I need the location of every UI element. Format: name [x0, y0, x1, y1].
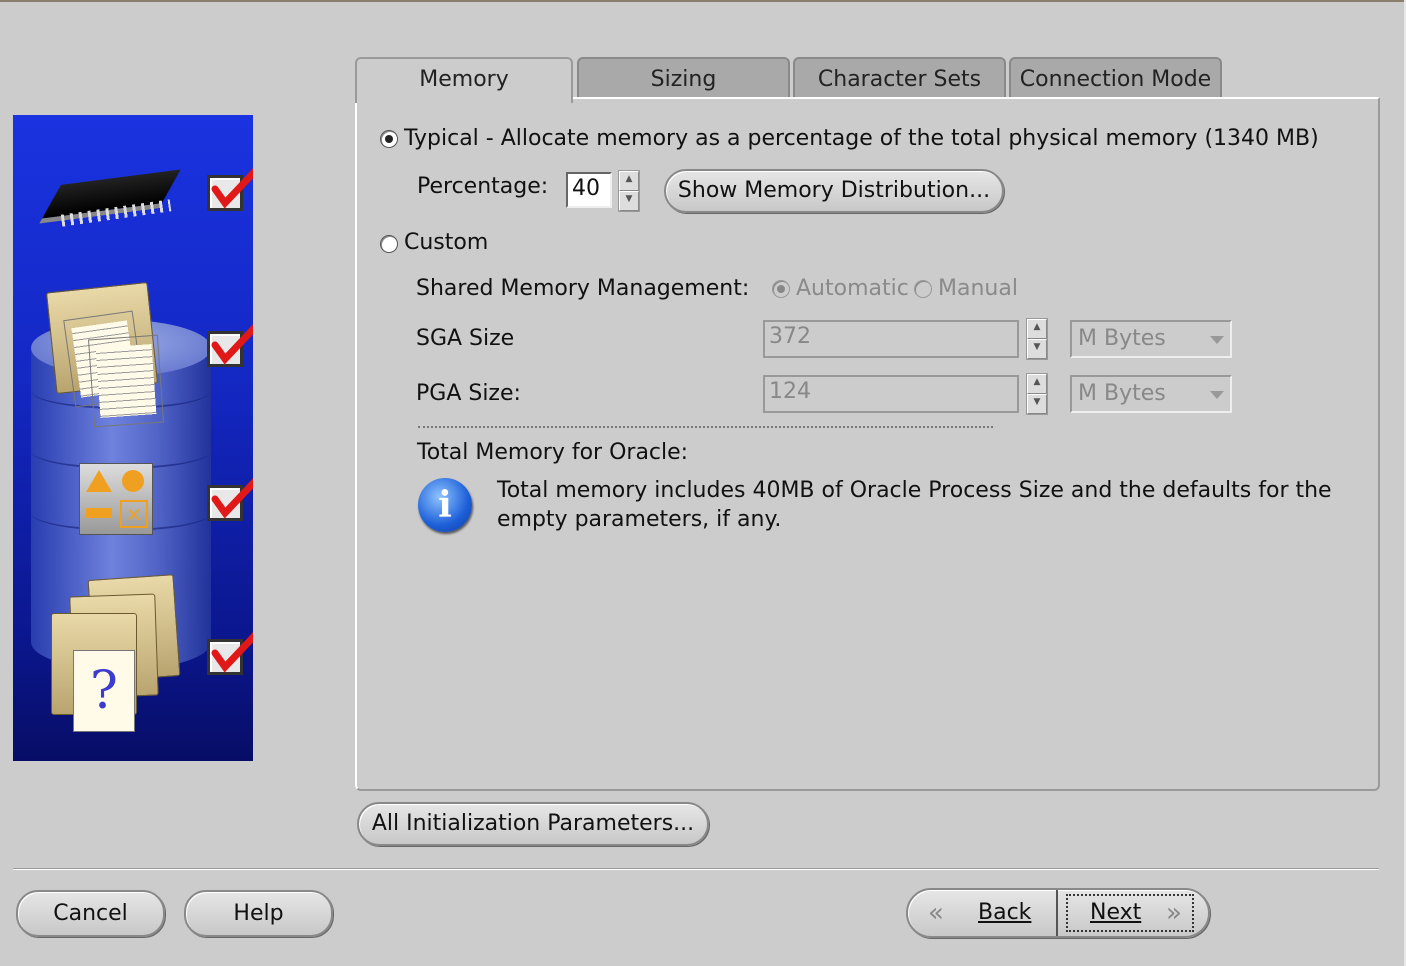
tab-sizing[interactable]: Sizing [577, 57, 790, 99]
sga-size-label: SGA Size [416, 326, 515, 351]
custom-label: Custom [404, 230, 489, 255]
spin-up-icon[interactable]: ▲ [619, 171, 639, 191]
help-button[interactable]: Help [184, 890, 333, 937]
spin-down-icon[interactable]: ▼ [1027, 339, 1047, 359]
percentage-stepper[interactable]: ▲ ▼ [618, 170, 640, 212]
sga-size-stepper[interactable]: ▲ ▼ [1026, 318, 1048, 360]
back-button[interactable]: Back [978, 900, 1031, 925]
chevron-right-icon: » [1166, 898, 1182, 928]
custom-radio[interactable] [380, 235, 398, 253]
pga-size-input[interactable]: 124 [763, 375, 1019, 413]
typical-radio[interactable] [380, 130, 398, 148]
separator [13, 868, 1379, 870]
sga-size-input[interactable]: 372 [763, 320, 1019, 358]
spin-down-icon[interactable]: ▼ [1027, 394, 1047, 414]
shared-memory-label: Shared Memory Management: [416, 276, 750, 301]
typical-label: Typical - Allocate memory as a percentag… [404, 126, 1319, 151]
next-button[interactable]: Next [1090, 900, 1141, 925]
automatic-label: Automatic [796, 276, 909, 301]
sga-unit-select[interactable]: M Bytes [1070, 320, 1232, 358]
step-check-icon [207, 473, 253, 523]
top-border [0, 0, 1406, 2]
all-initialization-parameters-button[interactable]: All Initialization Parameters... [357, 802, 709, 846]
spin-down-icon[interactable]: ▼ [619, 191, 639, 211]
total-memory-label: Total Memory for Oracle: [417, 440, 689, 465]
wizard-side-panel: × ? [13, 115, 253, 761]
percentage-input[interactable]: 40 [566, 172, 612, 208]
automatic-radio[interactable] [772, 280, 790, 298]
manual-label: Manual [938, 276, 1018, 301]
step-check-icon [207, 319, 253, 369]
pga-size-label: PGA Size: [416, 381, 521, 406]
pga-unit-select[interactable]: M Bytes [1070, 375, 1232, 413]
info-text-line2: empty parameters, if any. [497, 507, 782, 532]
spin-up-icon[interactable]: ▲ [1027, 374, 1047, 394]
tab-memory[interactable]: Memory [355, 57, 573, 103]
pga-size-stepper[interactable]: ▲ ▼ [1026, 373, 1048, 415]
shapes-icon: × [79, 463, 153, 535]
chevron-left-icon: « [928, 898, 944, 928]
tab-character-sets[interactable]: Character Sets [793, 57, 1006, 99]
chevron-down-icon [1210, 391, 1224, 399]
info-text-line1: Total memory includes 40MB of Oracle Pro… [497, 478, 1332, 503]
step-check-icon [207, 163, 253, 213]
show-memory-distribution-button[interactable]: Show Memory Distribution... [664, 169, 1004, 213]
percentage-label: Percentage: [417, 174, 549, 199]
navigation-buttons: « Back Next » [906, 888, 1210, 938]
divider [418, 426, 993, 428]
help-document-icon: ? [73, 650, 135, 732]
step-check-icon [207, 627, 253, 677]
tab-connection-mode[interactable]: Connection Mode [1009, 57, 1222, 99]
info-icon: i [418, 478, 472, 532]
spin-up-icon[interactable]: ▲ [1027, 319, 1047, 339]
manual-radio[interactable] [914, 280, 932, 298]
cancel-button[interactable]: Cancel [16, 890, 165, 937]
chevron-down-icon [1210, 336, 1224, 344]
